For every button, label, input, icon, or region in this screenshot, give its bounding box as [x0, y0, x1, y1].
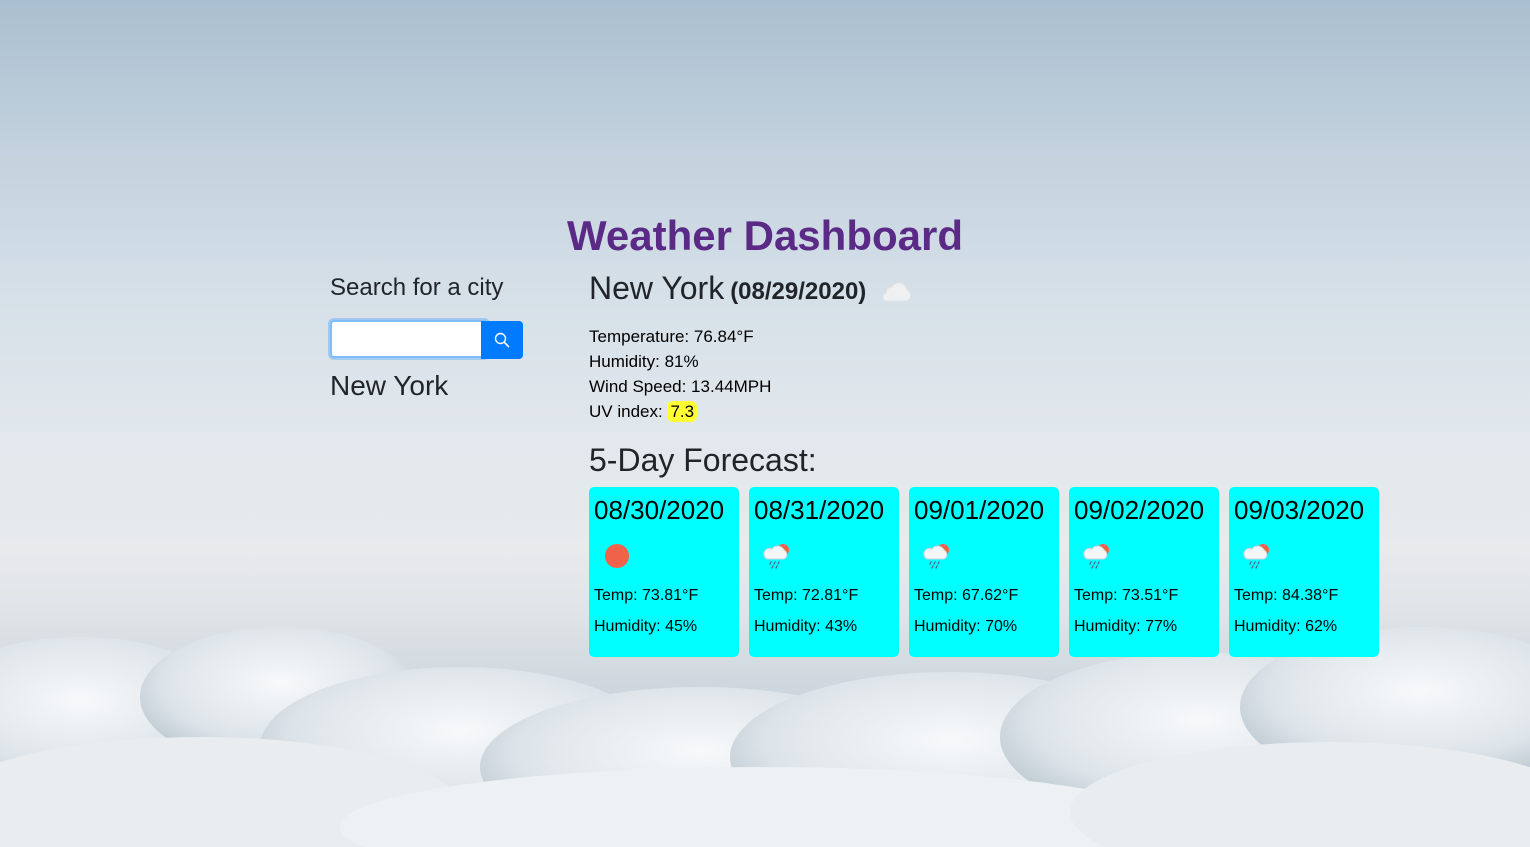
forecast-date: 09/01/2020 — [914, 495, 1045, 525]
search-label: Search for a city — [330, 274, 504, 301]
search-icon — [494, 332, 510, 348]
sun-icon — [605, 544, 629, 568]
forecast-date: 09/02/2020 — [1074, 495, 1205, 525]
forecast-date: 09/03/2020 — [1234, 495, 1365, 525]
search-button[interactable] — [481, 321, 523, 359]
forecast-card: 08/31/2020 Temp: 72.81°F Humidity: 43% — [749, 487, 899, 657]
forecast-temp: Temp: 84.38°F — [1234, 587, 1339, 604]
current-uv: UV index: 7.3 — [589, 399, 914, 424]
forecast-date: 08/31/2020 — [754, 495, 885, 525]
forecast-date: 08/30/2020 — [594, 495, 725, 525]
forecast-humidity: Humidity: 77% — [1074, 618, 1178, 635]
uv-label: UV index: — [589, 402, 668, 421]
forecast-card: 08/30/2020 Temp: 73.81°F Humidity: 45% — [589, 487, 739, 657]
forecast-row: 08/30/2020 Temp: 73.81°F Humidity: 45% 0… — [589, 487, 1379, 657]
current-stats: Temperature: 76.84°F Humidity: 81% Wind … — [589, 324, 914, 424]
forecast-card: 09/03/2020 Temp: 84.38°F Humidity: 62% — [1229, 487, 1379, 657]
current-wind: Wind Speed: 13.44MPH — [589, 377, 772, 396]
forecast-humidity: Humidity: 45% — [594, 618, 698, 635]
forecast-humidity: Humidity: 43% — [754, 618, 858, 635]
current-humidity: Humidity: 81% — [589, 352, 699, 371]
current-weather: New York (08/29/2020) Temperature: 76.84… — [589, 270, 914, 424]
search-input[interactable] — [330, 320, 488, 358]
current-city: New York — [589, 270, 725, 306]
forecast-card: 09/02/2020 Temp: 73.51°F Humidity: 77% — [1069, 487, 1219, 657]
current-heading: New York (08/29/2020) — [589, 270, 914, 314]
sun-rain-cloud-icon — [763, 544, 789, 569]
forecast-temp: Temp: 72.81°F — [754, 587, 859, 604]
forecast-humidity: Humidity: 70% — [914, 618, 1018, 635]
forecast-title: 5-Day Forecast: — [589, 442, 817, 478]
page-title: Weather Dashboard — [567, 212, 963, 259]
uv-badge: 7.3 — [667, 401, 698, 422]
history-city-item[interactable]: New York — [330, 370, 448, 402]
sun-rain-cloud-icon — [1243, 544, 1269, 569]
forecast-card: 09/01/2020 Temp: 67.62°F Humidity: 70% — [909, 487, 1059, 657]
cloud-icon — [882, 282, 912, 302]
sun-rain-cloud-icon — [923, 544, 949, 569]
forecast-temp: Temp: 73.51°F — [1074, 587, 1179, 604]
current-date: (08/29/2020) — [730, 278, 867, 305]
sun-rain-cloud-icon — [1083, 544, 1109, 569]
forecast-temp: Temp: 67.62°F — [914, 587, 1019, 604]
forecast-temp: Temp: 73.81°F — [594, 587, 699, 604]
current-temperature: Temperature: 76.84°F — [589, 327, 754, 346]
forecast-humidity: Humidity: 62% — [1234, 618, 1338, 635]
